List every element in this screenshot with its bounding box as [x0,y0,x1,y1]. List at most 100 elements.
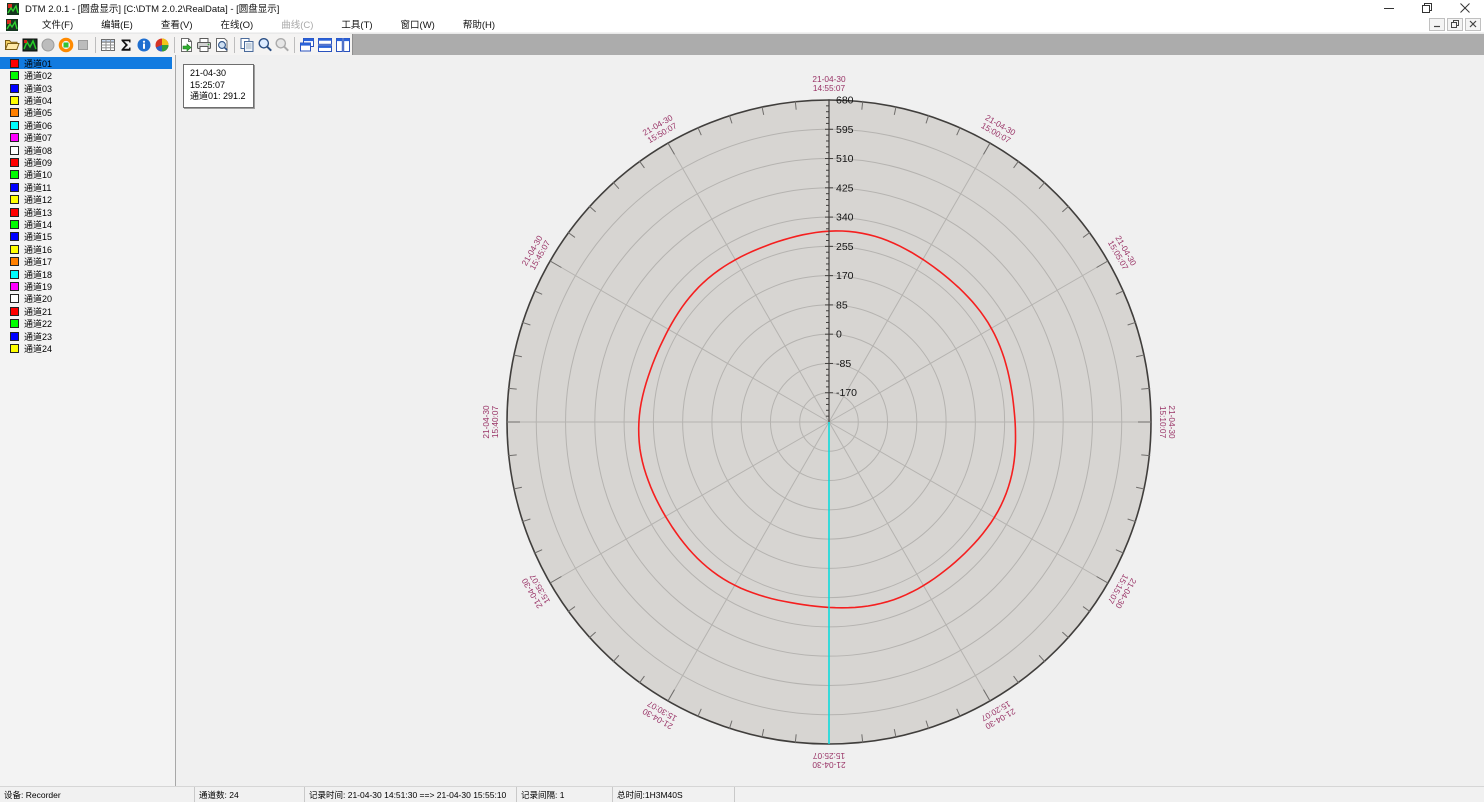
menu-item-file[interactable]: 文件(F) [28,16,87,32]
channel-label: 通道24 [24,342,52,355]
channel-label: 通道14 [24,218,52,231]
channel-label: 通道20 [24,292,52,305]
toolbar-zoom-out-button [274,35,292,55]
channel-list-item[interactable]: 通道07 [0,131,172,143]
channel-color-swatch [10,294,19,303]
channel-list-item[interactable]: 通道06 [0,119,172,131]
channel-color-swatch [10,307,19,316]
channel-label: 通道15 [24,230,52,243]
channel-color-swatch [10,208,19,217]
channel-list-item[interactable]: 通道10 [0,169,172,181]
toolbar-tile-horizontal-button[interactable] [316,35,334,55]
menu-item-edit[interactable]: 编辑(E) [87,16,147,32]
app-icon [7,2,19,14]
channel-list-item[interactable]: 通道12 [0,193,172,205]
channel-label: 通道23 [24,330,52,343]
status-filler [735,787,1484,802]
channel-list-item[interactable]: 通道11 [0,181,172,193]
channel-list-item[interactable]: 通道05 [0,107,172,119]
record-gray-icon [40,37,56,53]
channel-color-swatch [10,344,19,353]
radial-axis-label: 680 [836,95,854,107]
channel-list-item[interactable]: 通道22 [0,318,172,330]
channel-list-item[interactable]: 通道08 [0,144,172,156]
toolbar-print-button[interactable] [195,35,213,55]
printer-icon [196,37,212,53]
toolbar-statistics-button[interactable] [117,35,135,55]
minimize-button[interactable] [1370,0,1408,16]
channel-color-swatch [10,96,19,105]
copy-icon [239,37,255,53]
mdi-restore-button[interactable] [1447,18,1463,31]
curve-data-icon [22,37,38,53]
mdi-close-button[interactable] [1465,18,1481,31]
toolbar-cascade-button[interactable] [298,35,316,55]
channel-label: 通道09 [24,156,52,169]
radial-axis-label: 340 [836,212,854,224]
channel-list-item[interactable]: 通道17 [0,256,172,268]
toolbar-export-button[interactable] [177,35,195,55]
document-icon[interactable] [6,18,18,30]
channel-color-swatch [10,146,19,155]
menu-item-tools[interactable]: 工具(T) [327,16,386,32]
channel-list-item[interactable]: 通道09 [0,156,172,168]
channel-label: 通道01 [24,57,52,70]
channel-list-item[interactable]: 通道16 [0,243,172,255]
channel-list-item[interactable]: 通道04 [0,94,172,106]
channel-label: 通道18 [24,268,52,281]
menu-item-window[interactable]: 窗口(W) [387,16,449,32]
channel-list-item[interactable]: 通道14 [0,218,172,230]
polar-chart[interactable]: 680595510425340255170850-85-17021-04-301… [176,55,1483,786]
open-folder-icon [4,37,20,53]
radial-axis-label: 595 [836,124,854,136]
channel-color-swatch [10,183,19,192]
menu-item-curve: 曲线(C) [267,16,327,32]
status-record-time: 记录时间: 21-04-30 14:51:30 ==> 21-04-30 15:… [305,787,517,802]
toolbar-pie-view-button[interactable] [153,35,171,55]
channel-list-item[interactable]: 通道23 [0,330,172,342]
restore-icon [1422,3,1432,13]
channel-color-swatch [10,71,19,80]
channel-list-item[interactable]: 通道03 [0,82,172,94]
toolbar-print-preview-button[interactable] [213,35,231,55]
channel-list-panel: 通道01通道02通道03通道04通道05通道06通道07通道08通道09通道10… [0,55,176,786]
zoom-disabled-icon [274,37,290,53]
zoom-icon [257,37,273,53]
channel-list-item[interactable]: 通道02 [0,69,172,81]
toolbar-tile-vertical-button[interactable] [334,35,352,55]
channel-label: 通道12 [24,193,52,206]
menu-item-help[interactable]: 帮助(H) [449,16,509,32]
toolbar-data-table-button[interactable] [99,35,117,55]
mdi-minimize-button[interactable] [1429,18,1445,31]
channel-color-swatch [10,158,19,167]
status-total-time: 总时间:1H3M40S [613,787,735,802]
toolbar-copy-button[interactable] [238,35,256,55]
toolbar-separator [174,37,175,53]
pie-chart-icon [154,37,170,53]
toolbar-record-idle-button [39,35,57,55]
channel-list-item[interactable]: 通道24 [0,342,172,354]
channel-list-item[interactable]: 通道15 [0,231,172,243]
toolbar-info-button[interactable] [135,35,153,55]
menu-item-online[interactable]: 在线(O) [206,16,267,32]
close-button[interactable] [1446,0,1484,16]
channel-list-item[interactable]: 通道21 [0,305,172,317]
menu-item-view[interactable]: 查看(V) [147,16,207,32]
channel-color-swatch [10,282,19,291]
restore-button[interactable] [1408,0,1446,16]
menu-items: 文件(F)编辑(E)查看(V)在线(O)曲线(C)工具(T)窗口(W)帮助(H) [28,16,509,32]
channel-list-item[interactable]: 通道13 [0,206,172,218]
channel-list-item[interactable]: 通道20 [0,293,172,305]
channel-list-item[interactable]: 通道19 [0,280,172,292]
table-icon [100,37,116,53]
channel-list-item[interactable]: 通道18 [0,268,172,280]
channel-list-item[interactable]: 通道01 [0,57,172,69]
toolbar-open-button[interactable] [3,35,21,55]
toolbar-curve-data-button[interactable] [21,35,39,55]
radial-axis-label: 425 [836,182,854,194]
toolbar-zoom-button[interactable] [256,35,274,55]
tooltip-time: 15:25:07 [190,80,246,92]
status-device: 设备: Recorder [0,787,195,802]
toolbar-record-online-button[interactable] [57,35,75,55]
tooltip-date: 21-04-30 [190,68,246,80]
